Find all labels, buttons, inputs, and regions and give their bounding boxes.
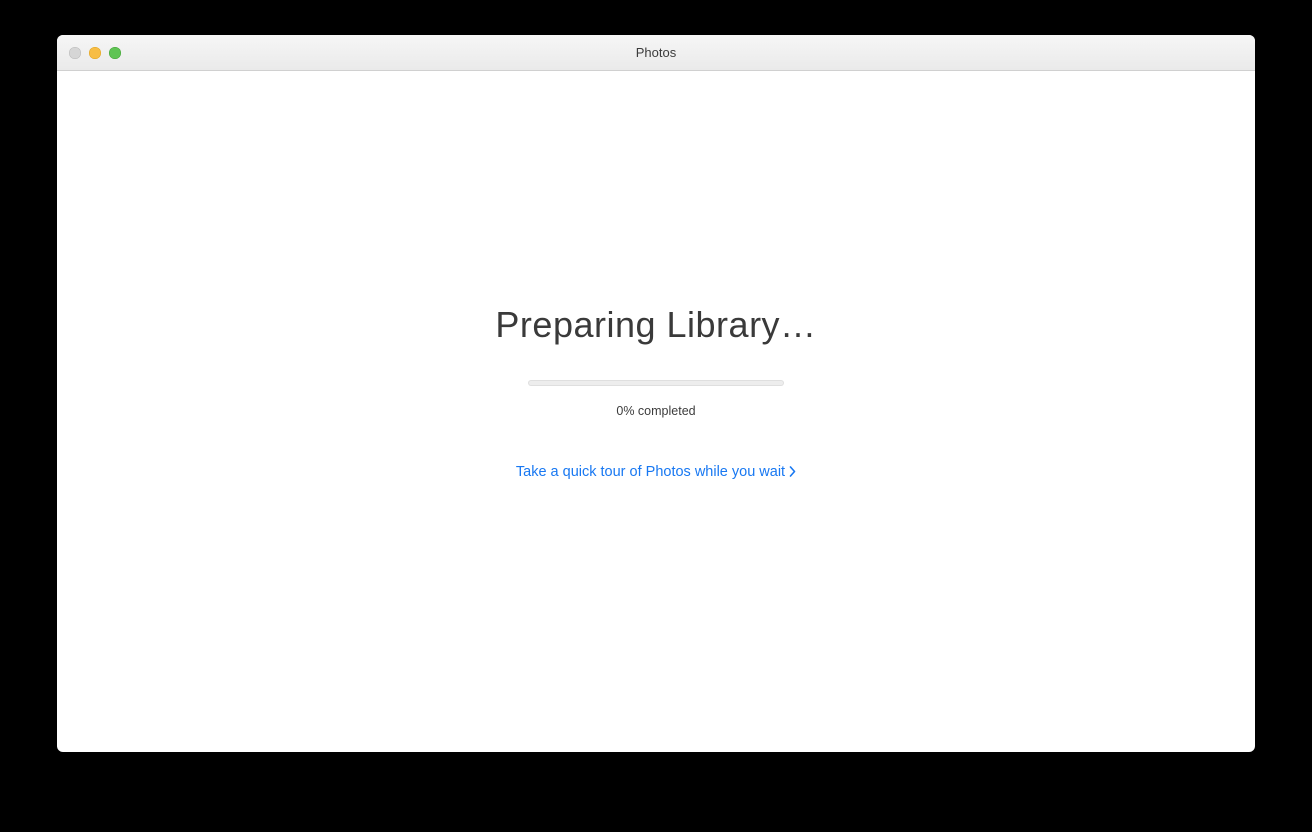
preparing-library-heading: Preparing Library… bbox=[495, 304, 816, 346]
close-window-button[interactable] bbox=[69, 47, 81, 59]
content-area: Preparing Library… 0% completed Take a q… bbox=[57, 71, 1255, 752]
progress-label: 0% completed bbox=[616, 404, 695, 418]
minimize-window-button[interactable] bbox=[89, 47, 101, 59]
take-tour-link[interactable]: Take a quick tour of Photos while you wa… bbox=[516, 464, 796, 480]
window-controls bbox=[69, 47, 121, 59]
progress-bar bbox=[528, 380, 784, 386]
chevron-right-icon bbox=[789, 466, 796, 477]
titlebar: Photos bbox=[57, 35, 1255, 71]
app-window: Photos Preparing Library… 0% completed T… bbox=[57, 35, 1255, 752]
maximize-window-button[interactable] bbox=[109, 47, 121, 59]
take-tour-link-label: Take a quick tour of Photos while you wa… bbox=[516, 464, 785, 480]
window-title: Photos bbox=[636, 45, 676, 60]
